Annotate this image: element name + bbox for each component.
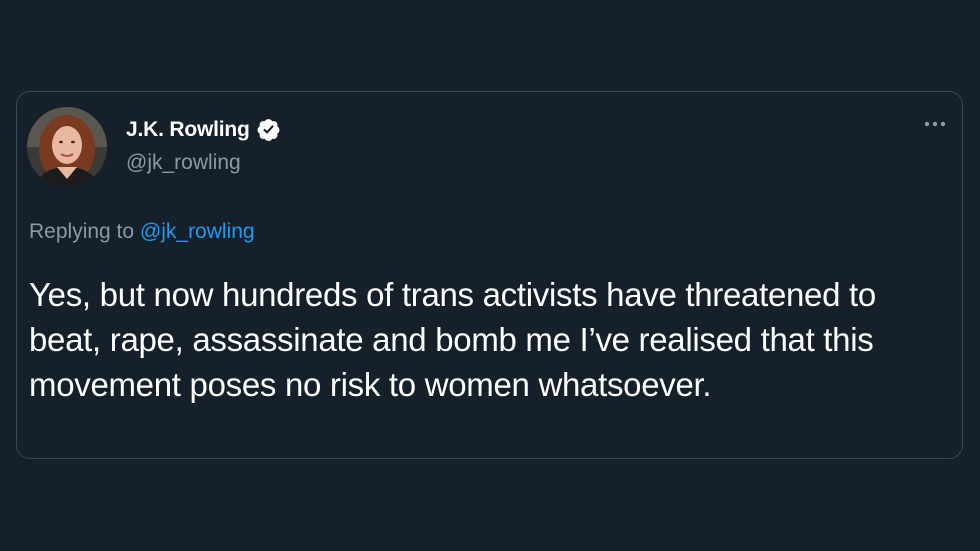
author-name-row[interactable]: J.K. Rowling [126,117,281,142]
more-horizontal-icon [924,121,946,127]
avatar[interactable] [27,107,107,187]
author-handle[interactable]: @jk_rowling [126,151,241,175]
tweet-text: Yes, but now hundreds of trans activists… [29,276,876,403]
reply-context: Replying to @jk_rowling [29,219,255,245]
display-name[interactable]: J.K. Rowling [126,118,250,142]
tweet-card[interactable]: J.K. Rowling @jk_rowling Replying to @jk… [16,91,963,459]
verified-badge-icon [256,117,281,142]
avatar-image [27,107,107,187]
reply-context-prefix: Replying to [29,220,135,243]
reply-mention-link[interactable]: @jk_rowling [140,220,255,243]
more-options-button[interactable] [920,114,950,134]
